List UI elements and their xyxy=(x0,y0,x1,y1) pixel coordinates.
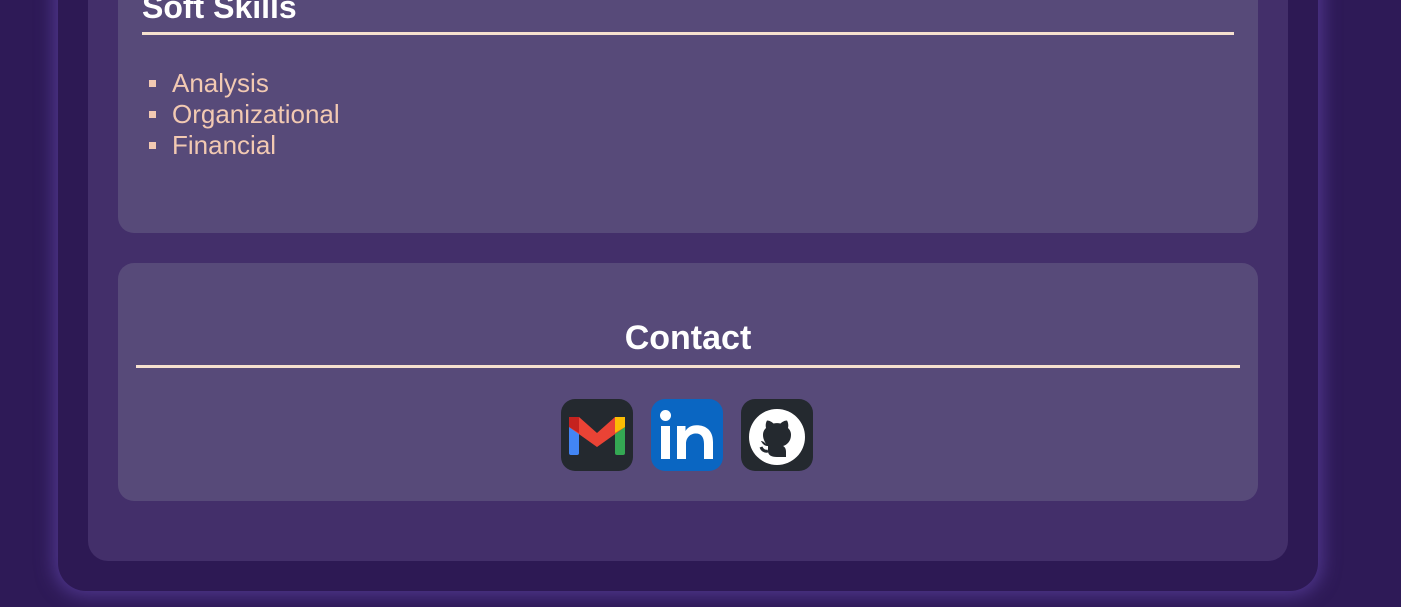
soft-skills-list: Analysis Organizational Financial xyxy=(148,68,340,161)
github-link[interactable] xyxy=(741,399,813,471)
page-frame: Soft Skills Analysis Organizational Fina… xyxy=(58,0,1318,591)
github-icon xyxy=(741,399,813,471)
main-panel: Soft Skills Analysis Organizational Fina… xyxy=(88,0,1288,561)
skill-item-analysis: Analysis xyxy=(148,68,340,99)
contact-card: Contact xyxy=(118,263,1258,501)
gmail-icon xyxy=(561,399,633,471)
skill-item-organizational: Organizational xyxy=(148,99,340,130)
contact-heading: Contact xyxy=(624,319,752,357)
contact-links xyxy=(561,399,813,471)
skill-item-financial: Financial xyxy=(148,130,340,161)
soft-skills-card: Soft Skills Analysis Organizational Fina… xyxy=(118,0,1258,233)
soft-skills-heading: Soft Skills xyxy=(142,0,297,25)
linkedin-link[interactable] xyxy=(651,399,723,471)
gmail-link[interactable] xyxy=(561,399,633,471)
linkedin-icon xyxy=(651,399,723,471)
contact-divider xyxy=(136,365,1240,368)
soft-skills-divider xyxy=(142,32,1234,35)
